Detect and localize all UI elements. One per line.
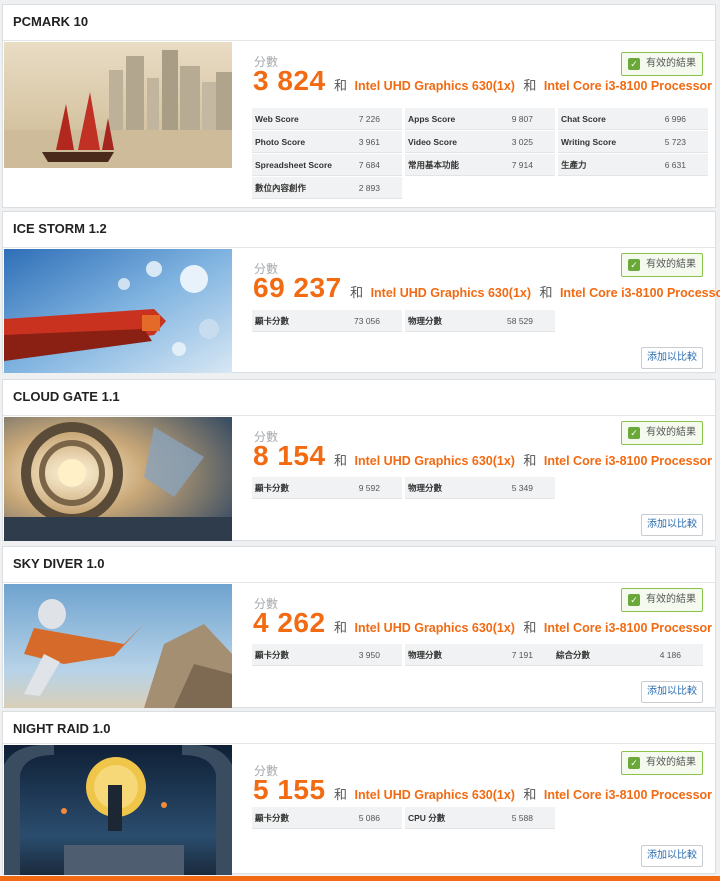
separator-text: 和 [539,285,553,300]
cpu-link[interactable]: Intel Core i3-8100 Processor [560,286,720,300]
benchmark-card-pcmark10: PCMARK 10 分數 3 824 和 Intel UHD Graphics … [2,4,716,208]
cpu-link[interactable]: Intel Core i3-8100 Processor [544,788,712,802]
cpu-link[interactable]: Intel Core i3-8100 Processor [544,621,712,635]
separator-text: 和 [350,285,364,300]
card-body: 分數 8 154 和 Intel UHD Graphics 630(1x) 和 … [3,415,715,541]
valid-result-badge: ✓ 有效的結果 [621,253,703,277]
subscore-cell: 常用基本功能 7 914 [405,154,555,176]
gpu-link[interactable]: Intel UHD Graphics 630(1x) [355,454,515,468]
separator-text: 和 [523,453,537,468]
benchmark-thumbnail-cloud-gate [4,417,232,541]
gpu-link[interactable]: Intel UHD Graphics 630(1x) [371,286,531,300]
score-line: 5 155 和 Intel UHD Graphics 630(1x) 和 Int… [253,774,712,806]
valid-result-badge: ✓ 有效的結果 [621,588,703,612]
subscore-cell: 生產力 6 631 [558,154,708,176]
bottom-accent-stripe [0,876,720,881]
separator-text: 和 [523,78,537,93]
subscore-cell: 綜合分數 4 186 [553,644,703,666]
subscore-cell: 顯卡分數 3 950 [252,644,402,666]
subscore-cell: 顯卡分數 9 592 [252,477,402,499]
benchmark-thumbnail-sky-diver [4,584,232,708]
separator-text: 和 [334,620,348,635]
subscore-cell: Web Score 7 226 [252,108,402,130]
subscore-cell: 物理分數 58 529 [405,310,555,332]
gpu-link[interactable]: Intel UHD Graphics 630(1x) [355,79,515,93]
valid-result-badge: ✓ 有效的結果 [621,751,703,775]
subscore-cell: 數位內容創作 2 893 [252,177,402,199]
valid-result-badge: ✓ 有效的結果 [621,421,703,445]
check-icon: ✓ [628,757,640,769]
separator-text: 和 [523,787,537,802]
check-icon: ✓ [628,594,640,606]
valid-result-badge: ✓ 有效的結果 [621,52,703,76]
add-to-compare-button[interactable]: 添加以比較 [641,514,703,536]
subscore-cell: 顯卡分數 73 056 [252,310,402,332]
check-icon: ✓ [628,259,640,271]
check-icon: ✓ [628,58,640,70]
card-body: 分數 4 262 和 Intel UHD Graphics 630(1x) 和 … [3,582,715,708]
benchmark-thumbnail-ice-storm [4,249,232,373]
cpu-link[interactable]: Intel Core i3-8100 Processor [544,454,712,468]
card-title: PCMARK 10 [13,14,89,29]
overall-score: 5 155 [253,774,326,805]
gpu-link[interactable]: Intel UHD Graphics 630(1x) [355,621,515,635]
benchmark-thumbnail-junk-boat [4,42,232,168]
benchmark-thumbnail-night-raid [4,745,232,875]
separator-text: 和 [334,787,348,802]
subscore-cell: 物理分數 5 349 [405,477,555,499]
benchmark-card-ice-storm: ICE STORM 1.2 分數 69 237 和 Intel UHD Grap… [2,211,720,373]
separator-text: 和 [334,453,348,468]
subscore-cell: Writing Score 5 723 [558,131,708,153]
subscore-cell: CPU 分數 5 588 [405,807,555,829]
card-title: NIGHT RAID 1.0 [13,721,111,736]
benchmark-card-night-raid: NIGHT RAID 1.0 分數 5 155 和 Intel UHD Grap… [2,711,716,875]
subscore-cell: Apps Score 9 807 [405,108,555,130]
overall-score: 69 237 [253,272,342,303]
benchmark-card-sky-diver: SKY DIVER 1.0 分數 4 262 和 Intel UHD Graph… [2,546,716,708]
benchmark-card-cloud-gate: CLOUD GATE 1.1 分數 8 154 和 Intel UHD Grap… [2,379,716,541]
add-to-compare-button[interactable]: 添加以比較 [641,347,703,369]
separator-text: 和 [523,620,537,635]
overall-score: 3 824 [253,65,326,96]
check-icon: ✓ [628,427,640,439]
card-title: ICE STORM 1.2 [13,221,107,236]
gpu-link[interactable]: Intel UHD Graphics 630(1x) [355,788,515,802]
add-to-compare-button[interactable]: 添加以比較 [641,681,703,703]
subscore-cell: 顯卡分數 5 086 [252,807,402,829]
subscore-cell: Chat Score 6 996 [558,108,708,130]
card-body: 分數 5 155 和 Intel UHD Graphics 630(1x) 和 … [3,743,715,875]
card-title: CLOUD GATE 1.1 [13,389,120,404]
subscore-cell: Video Score 3 025 [405,131,555,153]
subscore-cell: Photo Score 3 961 [252,131,402,153]
card-body: 分數 3 824 和 Intel UHD Graphics 630(1x) 和 … [3,40,715,208]
overall-score: 8 154 [253,440,326,471]
subscore-cell: Spreadsheet Score 7 684 [252,154,402,176]
overall-score: 4 262 [253,607,326,638]
separator-text: 和 [334,78,348,93]
card-body: 分數 69 237 和 Intel UHD Graphics 630(1x) 和… [3,247,720,373]
add-to-compare-button[interactable]: 添加以比較 [641,845,703,867]
cpu-link[interactable]: Intel Core i3-8100 Processor [544,79,712,93]
card-title: SKY DIVER 1.0 [13,556,105,571]
subscore-cell: 物理分數 7 191 [405,644,555,666]
